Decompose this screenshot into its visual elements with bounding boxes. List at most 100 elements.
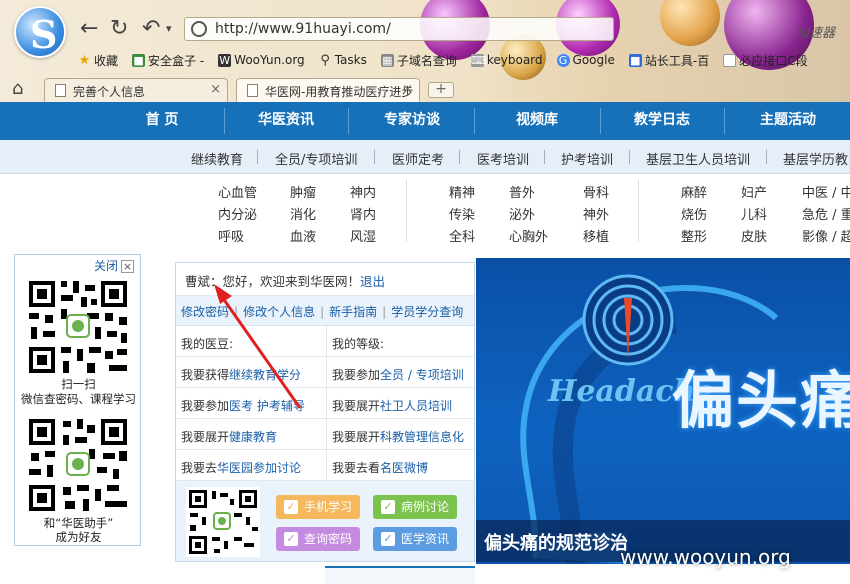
doctor-weibo-link[interactable]: 名医微博 xyxy=(380,461,428,475)
tab-complete-info[interactable]: 完善个人信息 × xyxy=(44,78,228,102)
url-text[interactable]: http://www.91huayi.com/ xyxy=(215,21,391,37)
banner-caption[interactable]: 偏头痛的规范诊治 xyxy=(484,529,628,555)
specialty-link[interactable]: 呼吸 xyxy=(218,226,244,245)
subnav-primary-degree[interactable]: 基层学历教 xyxy=(783,149,848,168)
specialty-link[interactable]: 急危 / 重 xyxy=(802,204,850,223)
folder-icon: ■ xyxy=(132,53,146,67)
specialty-link[interactable]: 麻醉 xyxy=(681,182,707,201)
undo-icon[interactable]: ↶ xyxy=(142,16,160,41)
logout-link[interactable]: 退出 xyxy=(360,274,385,289)
specialty-link[interactable]: 烧伤 xyxy=(681,204,707,223)
accelerator-button[interactable]: 加速器 xyxy=(796,22,835,41)
check-icon: ✓ xyxy=(381,500,395,514)
forum-link[interactable]: 华医园参加讨论 xyxy=(217,461,301,475)
nav-videos[interactable]: 视频库 xyxy=(487,102,587,140)
community-training-link[interactable]: 社卫人员培训 xyxy=(380,399,452,413)
grid-divider xyxy=(638,180,639,242)
bookmark-item[interactable]: ⌨ keyboard xyxy=(470,50,543,70)
back-icon[interactable]: ← xyxy=(80,16,98,41)
bookmark-item[interactable]: W WooYun.org xyxy=(218,50,305,70)
chevron-down-icon[interactable]: ▾ xyxy=(166,22,172,35)
subnav-primary-staff[interactable]: 基层卫生人员培训 xyxy=(646,149,750,168)
specialty-link[interactable]: 骨科 xyxy=(583,182,609,201)
browser-logo[interactable]: S xyxy=(14,6,66,58)
health-education-link[interactable]: 健康教育 xyxy=(229,430,277,444)
specialty-link[interactable]: 移植 xyxy=(583,226,609,245)
address-bar[interactable]: http://www.91huayi.com/ xyxy=(184,17,614,41)
close-icon[interactable]: × xyxy=(210,82,221,97)
page-icon xyxy=(55,84,66,97)
specialty-link[interactable]: 传染 xyxy=(449,204,475,223)
action-cell: 我要去华医园参加讨论 xyxy=(176,450,326,481)
tab-bar: ⌂ 完善个人信息 × 华医网-用教育推动医疗进步 × + xyxy=(0,76,850,102)
bookmark-item[interactable]: ★ 收藏 xyxy=(78,50,118,70)
close-icon[interactable]: × xyxy=(402,82,413,97)
grid-divider xyxy=(406,180,407,242)
qr-code-image xyxy=(25,277,131,377)
specialty-link[interactable]: 肿瘤 xyxy=(290,182,316,201)
close-panel-button[interactable]: 关闭 × xyxy=(94,257,134,274)
subnav-nurse-exam[interactable]: 护考培训 xyxy=(561,149,613,168)
subnav-special-training[interactable]: 全员/专项培训 xyxy=(275,149,357,168)
my-level: 我的等级: xyxy=(327,326,474,357)
specialty-link[interactable]: 全科 xyxy=(449,226,475,245)
mobile-learning-button[interactable]: ✓ 手机学习 xyxy=(276,495,360,519)
specialty-link[interactable]: 泌外 xyxy=(509,204,535,223)
specialty-link[interactable]: 普外 xyxy=(509,182,535,201)
nav-interviews[interactable]: 专家访谈 xyxy=(362,102,462,140)
subnav-physician-exam[interactable]: 医师定考 xyxy=(392,149,444,168)
close-icon[interactable]: × xyxy=(121,260,134,273)
home-icon[interactable]: ⌂ xyxy=(12,78,23,99)
bookmark-item[interactable]: 必应接口C段 xyxy=(723,50,808,70)
specialty-link[interactable]: 肾内 xyxy=(350,204,376,223)
informatization-link[interactable]: 科教管理信息化 xyxy=(380,430,464,444)
check-icon: ✓ xyxy=(284,532,298,546)
specialty-link[interactable]: 内分泌 xyxy=(218,204,257,223)
specialty-link[interactable]: 儿科 xyxy=(741,204,767,223)
special-training-link[interactable]: 全员 / 专项培训 xyxy=(380,368,464,382)
specialty-link[interactable]: 中医 / 中 xyxy=(802,182,850,201)
bookmark-item[interactable]: G Google xyxy=(556,50,615,70)
bookmark-item[interactable]: ■ 安全盒子 - xyxy=(132,50,204,70)
specialty-link[interactable]: 皮肤 xyxy=(741,226,767,245)
google-icon: G xyxy=(556,53,570,67)
page-icon: ▦ xyxy=(380,53,394,67)
query-password-button[interactable]: ✓ 查询密码 xyxy=(276,527,360,551)
tab-huayi[interactable]: 华医网-用教育推动医疗进步 × xyxy=(236,78,420,102)
nav-teaching-log[interactable]: 教学日志 xyxy=(612,102,712,140)
specialty-link[interactable]: 整形 xyxy=(681,226,707,245)
nav-events[interactable]: 主题活动 xyxy=(738,102,838,140)
medical-news-button[interactable]: ✓ 医学资讯 xyxy=(373,527,457,551)
beginner-guide-link[interactable]: 新手指南 xyxy=(329,305,377,319)
bottom-tab-strip xyxy=(325,566,475,584)
bookmark-item[interactable]: ⚲ Tasks xyxy=(319,50,366,70)
bookmark-item[interactable]: ■ 站长工具-百 xyxy=(628,50,709,70)
subnav-continuing-education[interactable]: 继续教育 xyxy=(191,149,243,168)
specialty-link[interactable]: 精神 xyxy=(449,182,475,201)
specialty-link[interactable]: 血液 xyxy=(290,226,316,245)
bookmarks-bar: ★ 收藏 ■ 安全盒子 - W WooYun.org ⚲ Tasks ▦ 子域名查询 ⌨ k… xyxy=(78,50,808,70)
page-icon xyxy=(247,84,258,97)
bookmark-item[interactable]: ▦ 子域名查询 xyxy=(380,50,457,70)
new-tab-button[interactable]: + xyxy=(428,82,454,98)
specialty-link[interactable]: 风湿 xyxy=(350,226,376,245)
action-cell: 我要展开健康教育 xyxy=(176,419,326,450)
refresh-icon[interactable]: ↻ xyxy=(110,16,128,41)
specialty-link[interactable]: 心胸外 xyxy=(509,226,548,245)
specialty-link[interactable]: 神内 xyxy=(350,182,376,201)
specialty-link[interactable]: 影像 / 超 xyxy=(802,226,850,245)
subnav-divider xyxy=(766,150,767,164)
qr-code-image xyxy=(186,487,260,557)
nav-home[interactable]: 首 页 xyxy=(112,102,212,140)
subnav-medical-exam[interactable]: 医考培训 xyxy=(477,149,529,168)
specialty-link[interactable]: 妇产 xyxy=(741,182,767,201)
nav-news[interactable]: 华医资讯 xyxy=(236,102,336,140)
headache-banner[interactable]: Headache 偏头痛 偏头痛的规范诊治 xyxy=(476,258,850,564)
subnav-divider xyxy=(629,150,630,164)
specialty-link[interactable]: 心血管 xyxy=(218,182,257,201)
case-discussion-button[interactable]: ✓ 病例讨论 xyxy=(373,495,457,519)
specialty-link[interactable]: 神外 xyxy=(583,204,609,223)
specialty-link[interactable]: 消化 xyxy=(290,204,316,223)
action-cell: 我要去看名医微博 xyxy=(327,450,474,481)
credit-query-link[interactable]: 学员学分查询 xyxy=(391,305,463,319)
